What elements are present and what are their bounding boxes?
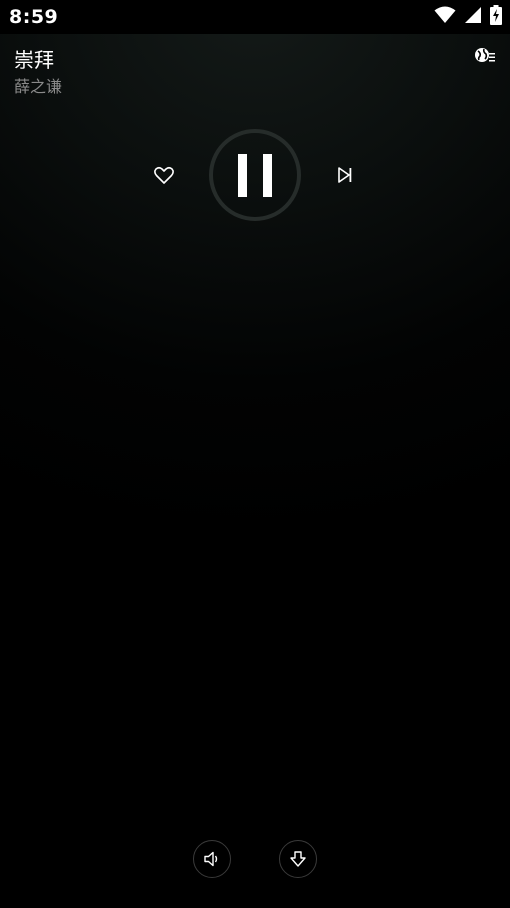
pause-icon bbox=[238, 154, 247, 197]
playback-controls bbox=[0, 128, 510, 222]
skip-next-icon[interactable] bbox=[333, 163, 357, 187]
play-pause-button[interactable] bbox=[208, 128, 302, 222]
status-icons bbox=[434, 5, 502, 29]
wifi-icon bbox=[434, 6, 456, 28]
download-icon bbox=[290, 851, 306, 867]
song-artist: 薛之谦 bbox=[14, 77, 63, 96]
download-button[interactable] bbox=[279, 840, 317, 878]
status-bar: 8:59 bbox=[0, 0, 510, 34]
volume-icon bbox=[204, 851, 218, 867]
bottom-actions bbox=[0, 840, 510, 880]
heart-outline-icon[interactable] bbox=[152, 163, 176, 187]
volume-button[interactable] bbox=[193, 840, 231, 878]
globe-playlist-icon[interactable] bbox=[474, 46, 496, 66]
song-title: 崇拜 bbox=[14, 48, 54, 72]
status-time: 8:59 bbox=[9, 6, 59, 28]
player-screen: 8:59 崇拜 薛之谦 bbox=[0, 0, 510, 908]
battery-charging-icon bbox=[490, 5, 502, 29]
signal-icon bbox=[464, 6, 482, 28]
